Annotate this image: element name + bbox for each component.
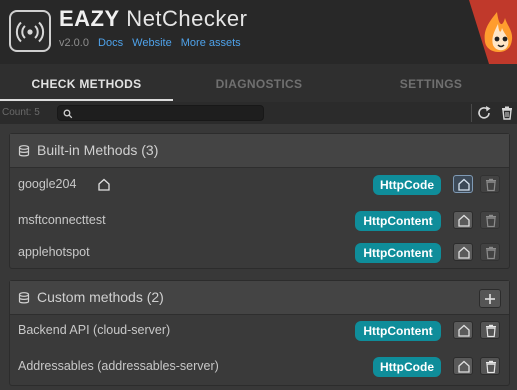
set-default-button[interactable]: [453, 357, 473, 375]
plus-icon: [485, 294, 495, 304]
version-label: v2.0.0: [59, 37, 89, 49]
methods-toolbar: Count: 5: [0, 102, 517, 124]
method-type-badge[interactable]: HttpContent: [355, 211, 441, 231]
trash-icon: [486, 360, 496, 374]
home-icon: [458, 360, 470, 373]
delete-method-button[interactable]: [480, 211, 500, 229]
add-method-button[interactable]: [479, 289, 501, 308]
delete-method-button[interactable]: [480, 175, 500, 193]
set-default-button[interactable]: [453, 175, 473, 193]
website-link[interactable]: Website: [132, 37, 172, 49]
set-default-button[interactable]: [453, 243, 473, 261]
method-type-badge[interactable]: HttpContent: [355, 321, 441, 341]
app-title-bold: EAZY: [59, 6, 120, 31]
home-icon: [458, 214, 470, 227]
wifi-broadcast-logo-icon: [9, 10, 51, 52]
refresh-icon: [478, 106, 491, 119]
builtin-methods-section: Built-in Methods (3) google204 HttpCode …: [9, 133, 510, 269]
method-count: Count: 5: [2, 107, 40, 118]
app-title-rest: NetChecker: [119, 6, 248, 31]
trash-icon: [502, 106, 512, 120]
docs-link[interactable]: Docs: [98, 37, 123, 49]
app-header: EAZY NetChecker v2.0.0 Docs Website More…: [0, 0, 517, 64]
method-name: Addressables (addressables-server): [18, 359, 219, 373]
custom-section-title: Custom methods (2): [37, 289, 164, 305]
active-tab-indicator: [0, 99, 173, 101]
home-icon: [458, 246, 470, 259]
custom-section-header[interactable]: Custom methods (2): [10, 281, 509, 315]
method-type-badge[interactable]: HttpCode: [373, 175, 441, 195]
method-name: msftconnecttest: [18, 213, 106, 227]
trash-icon: [486, 178, 496, 192]
home-icon: [458, 178, 470, 191]
delete-method-button[interactable]: [480, 357, 500, 375]
tab-settings[interactable]: SETTINGS: [345, 64, 517, 102]
trash-icon: [486, 324, 496, 338]
more-assets-link[interactable]: More assets: [181, 37, 241, 49]
default-home-icon: [98, 178, 110, 191]
method-type-badge[interactable]: HttpCode: [373, 357, 441, 377]
tab-diagnostics[interactable]: DIAGNOSTICS: [173, 64, 345, 102]
method-row-applehotspot: applehotspot HttpContent: [10, 235, 509, 271]
set-default-button[interactable]: [453, 321, 473, 339]
trash-icon: [486, 214, 496, 228]
method-row-msftconnecttest: msftconnecttest HttpContent: [10, 203, 509, 239]
database-icon: [18, 145, 30, 157]
main-tabs: CHECK METHODS DIAGNOSTICS SETTINGS: [0, 64, 517, 102]
set-default-button[interactable]: [453, 211, 473, 229]
header-links: v2.0.0 Docs Website More assets: [59, 37, 247, 49]
method-row-addressables: Addressables (addressables-server) HttpC…: [10, 349, 509, 385]
method-row-google204: google204 HttpCode: [10, 167, 509, 203]
search-input[interactable]: [57, 105, 264, 121]
toolbar-divider: [471, 104, 472, 122]
custom-methods-section: Custom methods (2) Backend API (cloud-se…: [9, 280, 510, 386]
search-icon: [63, 109, 73, 119]
home-icon: [458, 324, 470, 337]
method-row-backend-api: Backend API (cloud-server) HttpContent: [10, 313, 509, 349]
delete-method-button[interactable]: [480, 243, 500, 261]
builtin-section-title: Built-in Methods (3): [37, 142, 159, 158]
method-name: applehotspot: [18, 245, 90, 259]
method-type-badge[interactable]: HttpContent: [355, 243, 441, 263]
flame-mascot-icon: [469, 0, 517, 64]
trash-icon: [486, 246, 496, 260]
refresh-button[interactable]: [474, 103, 494, 123]
delete-method-button[interactable]: [480, 321, 500, 339]
tab-check-methods[interactable]: CHECK METHODS: [0, 64, 173, 102]
app-title: EAZY NetChecker: [59, 6, 247, 32]
database-icon: [18, 292, 30, 304]
delete-all-button[interactable]: [497, 103, 517, 123]
builtin-section-header[interactable]: Built-in Methods (3): [10, 134, 509, 168]
method-name: Backend API (cloud-server): [18, 323, 171, 337]
method-name: google204: [18, 177, 77, 191]
